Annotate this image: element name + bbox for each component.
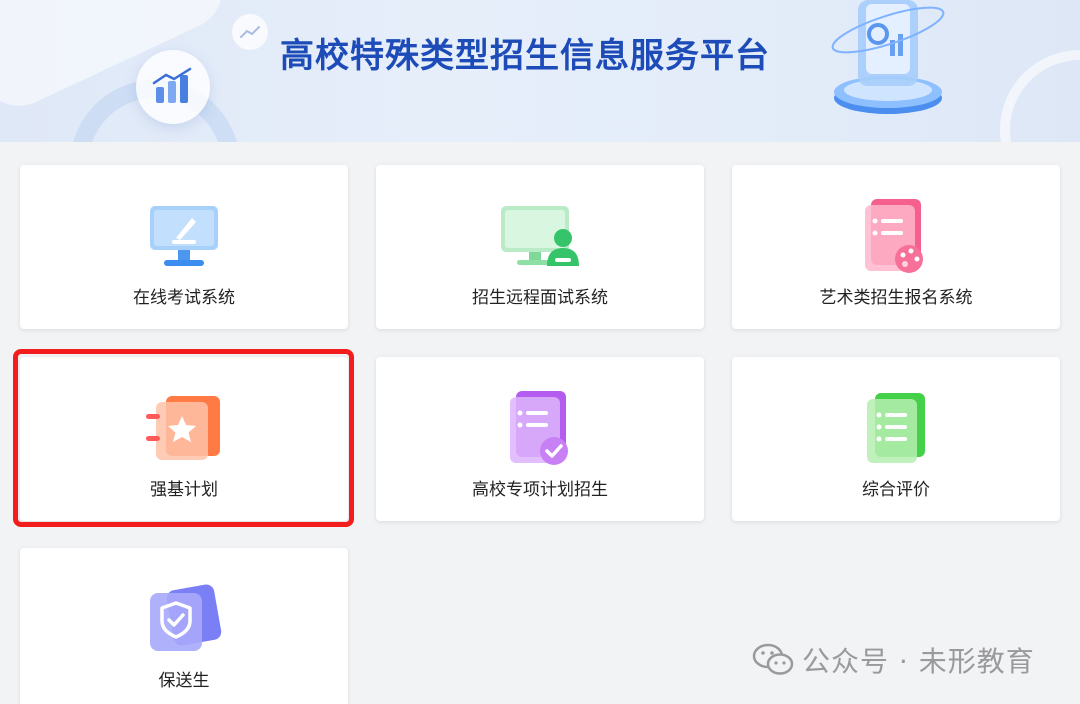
special-plan-check-icon	[495, 389, 585, 469]
card-remote-interview[interactable]: 招生远程面试系统	[376, 165, 704, 329]
online-exam-icon	[139, 197, 229, 277]
wechat-icon	[752, 643, 794, 675]
card-label: 艺术类招生报名系统	[819, 288, 973, 308]
card-strong-foundation[interactable]: 强基计划	[20, 357, 348, 521]
bar-chart-icon	[136, 50, 210, 124]
card-label: 招生远程面试系统	[472, 288, 608, 308]
watermark: 公众号 · 未形教育	[752, 640, 1035, 680]
trend-line-icon	[232, 14, 268, 50]
card-recommended-student[interactable]: 保送生	[20, 548, 348, 704]
strong-foundation-star-icon	[139, 389, 229, 469]
card-special-plan[interactable]: 高校专项计划招生	[376, 357, 704, 521]
card-online-exam[interactable]: 在线考试系统	[20, 165, 348, 329]
card-art-registration[interactable]: 艺术类招生报名系统	[732, 165, 1060, 329]
card-label: 高校专项计划招生	[472, 480, 608, 500]
recommended-student-shield-icon	[139, 580, 229, 660]
art-registration-icon	[851, 197, 941, 277]
banner-decoration	[1000, 50, 1080, 142]
card-label: 保送生	[158, 671, 210, 691]
comprehensive-evaluation-list-icon	[851, 389, 941, 469]
card-comprehensive-evaluation[interactable]: 综合评价	[732, 357, 1060, 521]
remote-interview-icon	[495, 197, 585, 277]
data-podium-icon	[831, 0, 945, 114]
watermark-text: 公众号 · 未形教育	[802, 645, 1035, 678]
page-title: 高校特殊类型招生信息服务平台	[280, 36, 770, 76]
header-banner: 高校特殊类型招生信息服务平台	[0, 0, 1080, 142]
card-label: 强基计划	[150, 480, 218, 500]
card-label: 在线考试系统	[133, 288, 235, 308]
card-label: 综合评价	[862, 480, 930, 500]
